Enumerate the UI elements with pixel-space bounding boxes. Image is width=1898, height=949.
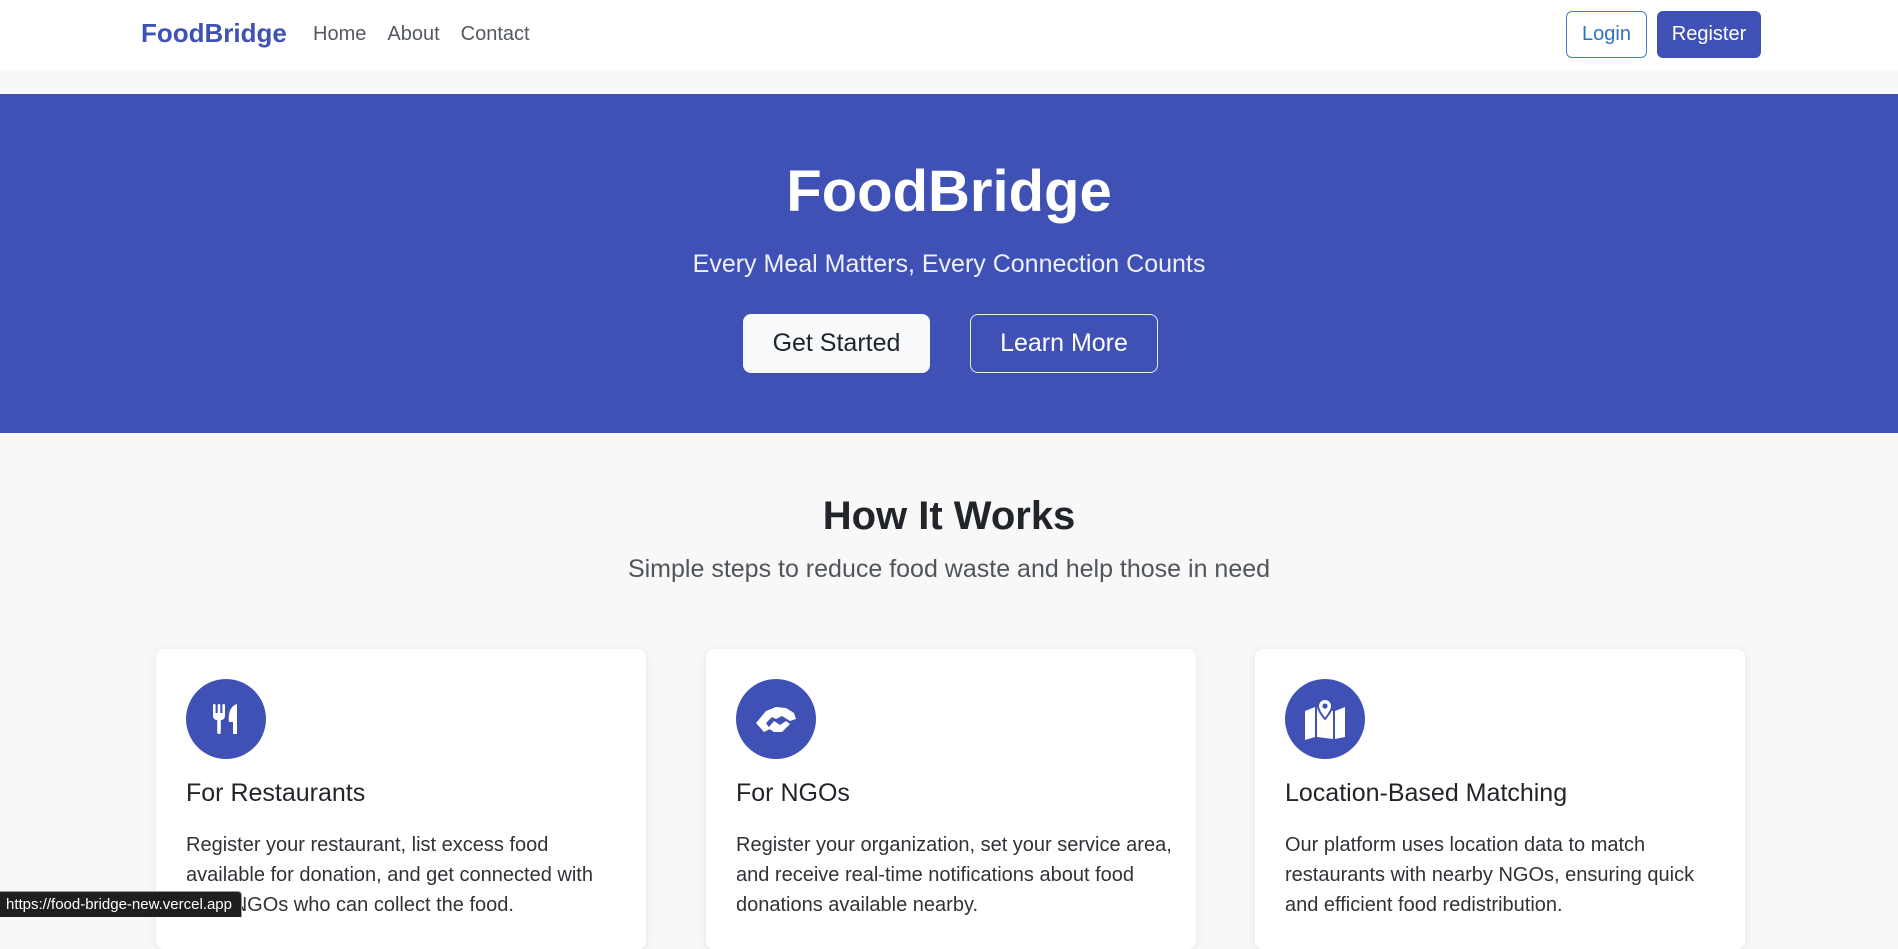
map-location-icon — [1285, 679, 1365, 759]
nav-link-about[interactable]: About — [387, 23, 439, 46]
nav-link-contact[interactable]: Contact — [461, 23, 530, 46]
get-started-button[interactable]: Get Started — [743, 314, 930, 373]
nav-links: Home About Contact — [313, 23, 530, 46]
card-title: Location-Based Matching — [1285, 779, 1568, 807]
hero-title: FoodBridge — [786, 159, 1112, 224]
learn-more-button[interactable]: Learn More — [970, 314, 1158, 373]
card-text: Register your restaurant, list excess fo… — [186, 834, 593, 916]
hero-section: FoodBridge Every Meal Matters, Every Con… — [0, 94, 1898, 433]
how-it-works-title: How It Works — [822, 494, 1076, 538]
handshake-icon — [736, 679, 816, 759]
card-text: Register your organization, set your ser… — [736, 834, 1172, 916]
utensils-icon — [186, 679, 266, 759]
link-preview-status: https://food-bridge-new.vercel.app — [0, 891, 242, 917]
card-text: Our platform uses location data to match… — [1285, 834, 1695, 916]
how-it-works-subtitle: Simple steps to reduce food waste and he… — [627, 555, 1271, 583]
card-location-matching: Location-Based Matching Our platform use… — [1255, 649, 1745, 949]
card-title: For Restaurants — [186, 779, 366, 807]
card-title: For NGOs — [736, 779, 850, 807]
login-button[interactable]: Login — [1566, 11, 1647, 58]
brand-logo[interactable]: FoodBridge — [141, 18, 287, 49]
card-ngos: For NGOs Register your organization, set… — [706, 649, 1196, 949]
register-button[interactable]: Register — [1657, 11, 1761, 58]
navbar: FoodBridge Home About Contact Login Regi… — [0, 0, 1898, 70]
nav-link-home[interactable]: Home — [313, 23, 366, 46]
hero-subtitle: Every Meal Matters, Every Connection Cou… — [692, 250, 1206, 278]
